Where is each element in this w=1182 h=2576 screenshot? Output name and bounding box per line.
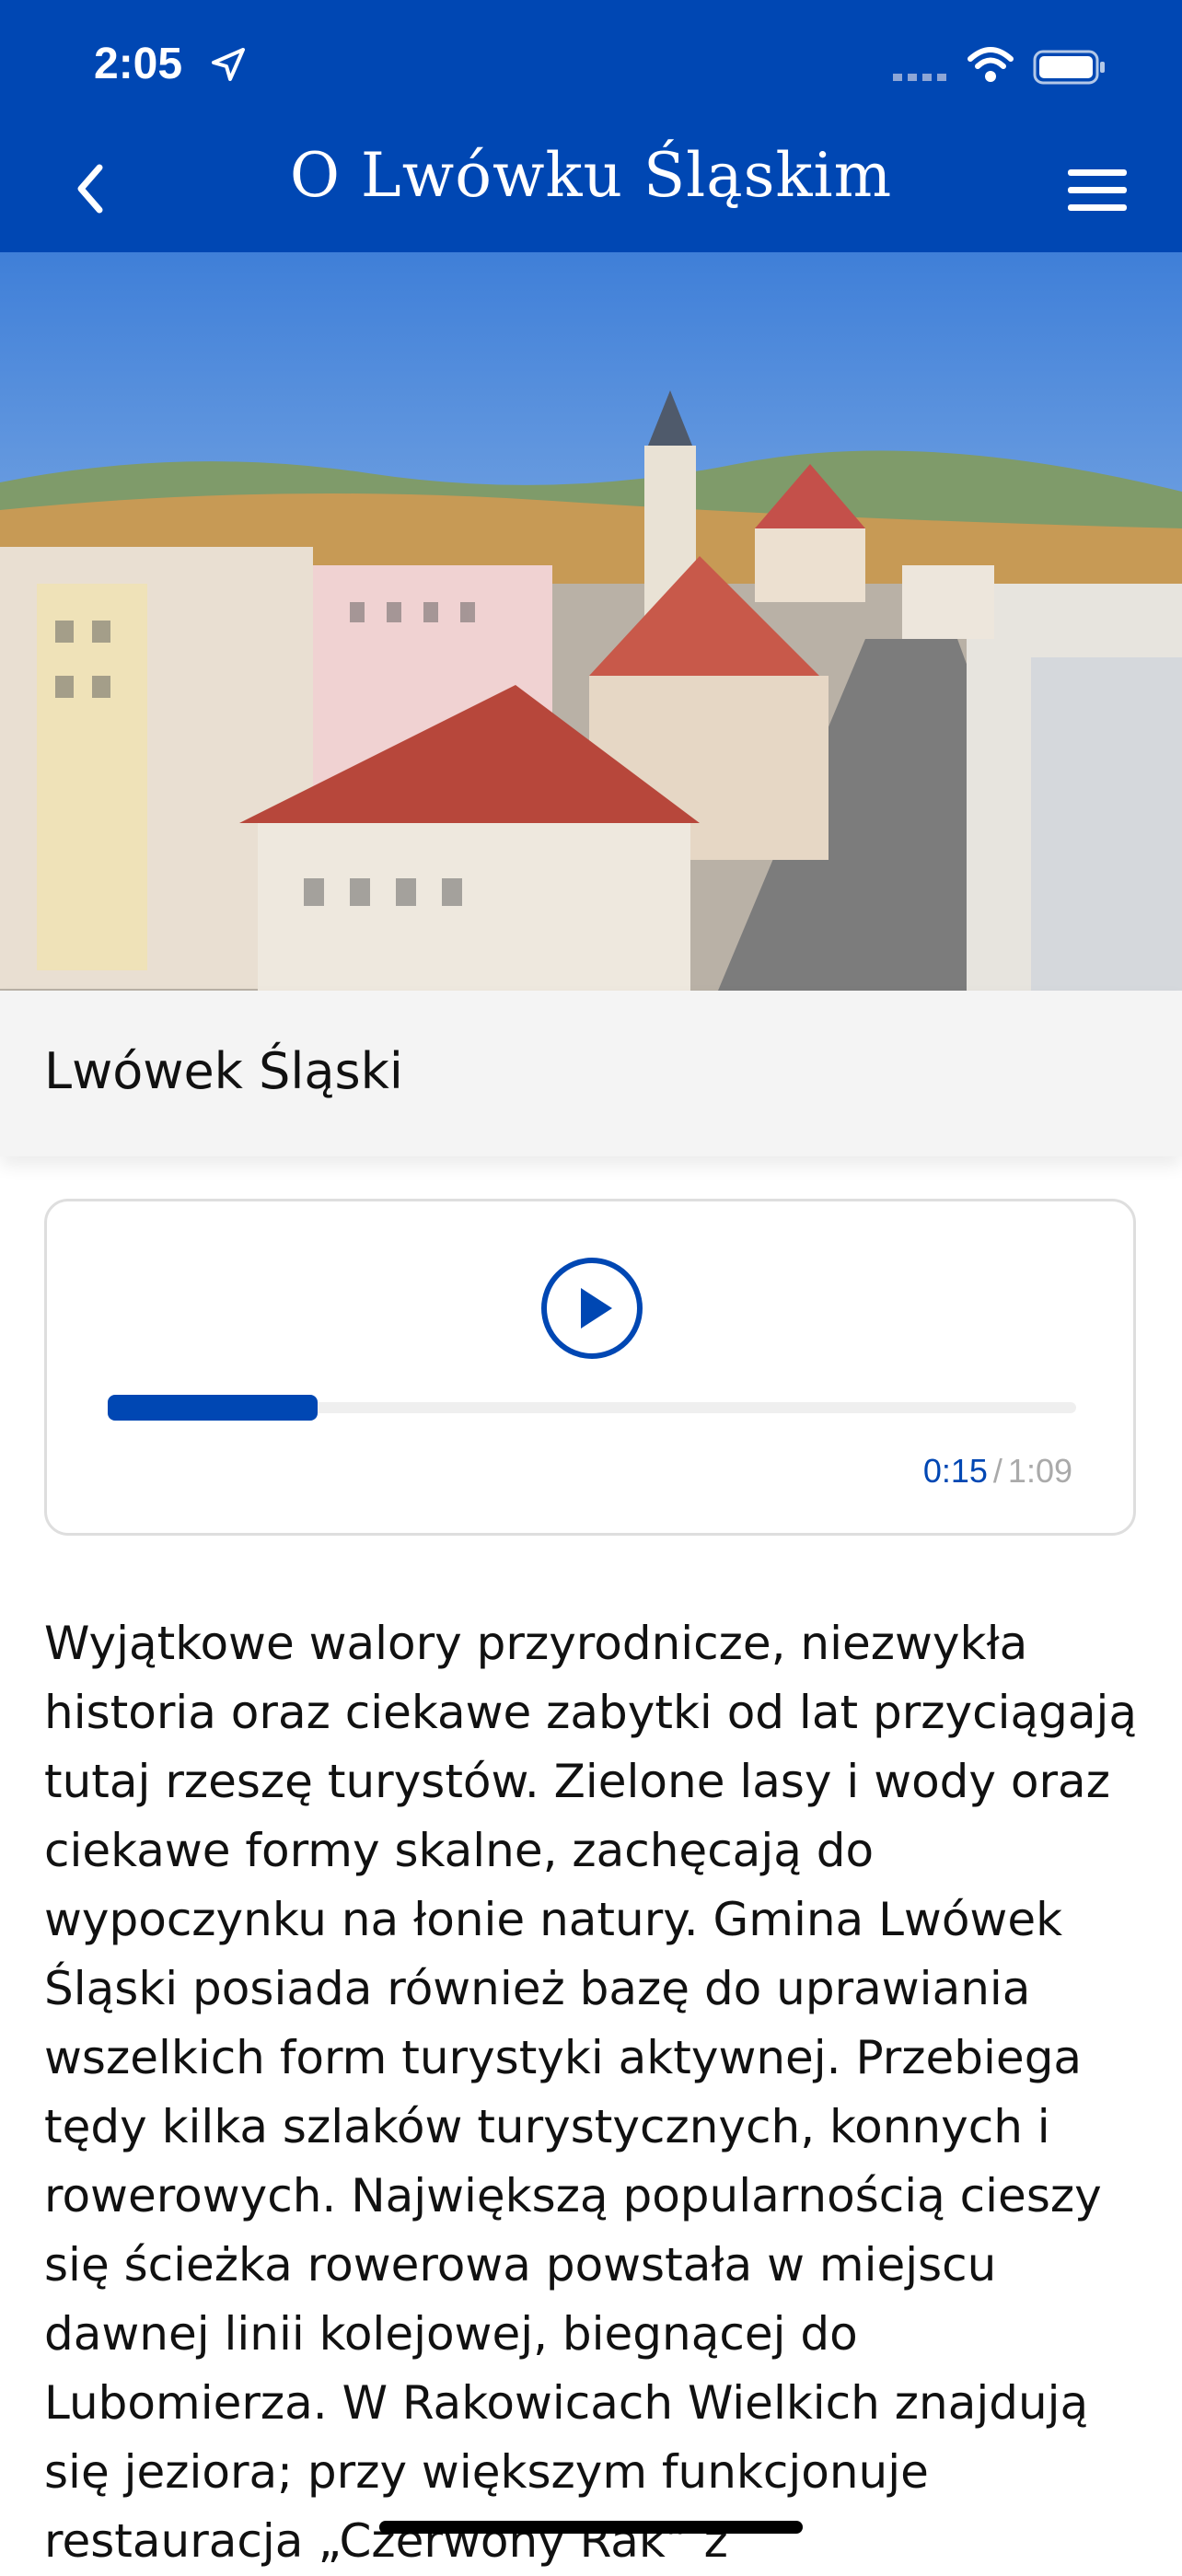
- battery-icon: [1033, 50, 1105, 85]
- place-title: Lwówek Śląski: [44, 1042, 403, 1100]
- time-readout: 0:15/1:09: [923, 1452, 1072, 1491]
- place-header: Lwówek Śląski: [0, 991, 1182, 1156]
- progress-track[interactable]: [108, 1395, 1076, 1421]
- current-time: 0:15: [922, 1452, 988, 1490]
- signal-icon: [893, 74, 946, 81]
- location-arrow-icon: [212, 48, 245, 81]
- top-bar: 2:05 O Lwówku Śląskim: [0, 0, 1182, 252]
- hamburger-menu-icon[interactable]: [1068, 169, 1127, 214]
- page-title: O Lwówku Śląskim: [289, 140, 893, 211]
- description-text: Wyjątkowe walory przyrodnicze, niezwykła…: [44, 1617, 1138, 2568]
- status-time: 2:05: [94, 40, 183, 88]
- progress-fill: [108, 1395, 319, 1421]
- audio-player: 0:15/1:09: [44, 1199, 1136, 1536]
- duration: 1:09: [1007, 1452, 1072, 1490]
- wifi-icon: [968, 47, 1014, 82]
- time-separator: /: [992, 1452, 1002, 1490]
- hero-image: [0, 252, 1182, 991]
- home-indicator[interactable]: [379, 2521, 803, 2534]
- play-icon[interactable]: [540, 1257, 643, 1360]
